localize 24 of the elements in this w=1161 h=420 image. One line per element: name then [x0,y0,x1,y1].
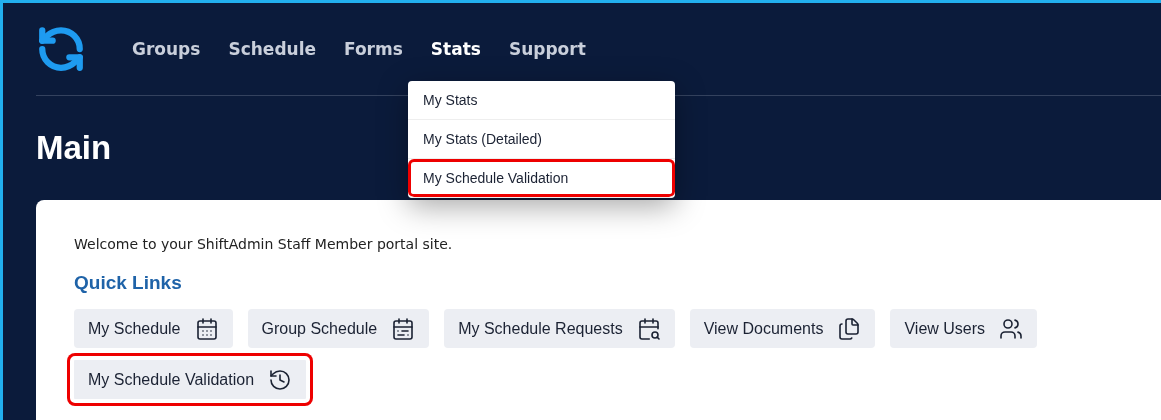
quick-link-button[interactable]: View Documents [689,309,876,348]
welcome-text: Welcome to your ShiftAdmin Staff Member portal site. [74,236,454,252]
menu-item[interactable]: My Schedule Validation [408,159,675,198]
quick-link-button[interactable]: My Schedule Validation [67,353,314,406]
documents-icon [837,316,862,341]
nav-link[interactable]: Forms [344,39,403,59]
nav-link[interactable]: Groups [132,39,201,59]
nav-link[interactable]: Stats [430,39,481,59]
logo-icon [36,24,86,74]
menu-item[interactable]: My Stats (Detailed) [408,120,675,159]
history-icon [268,367,293,392]
menu-item[interactable]: My Stats [408,81,675,120]
calendar-icon [194,316,219,341]
quick-link-button[interactable]: My Schedule [74,309,233,348]
users-icon [999,316,1024,341]
quick-link-button[interactable]: My Schedule Requests [444,309,675,348]
page-title: Main [36,129,112,167]
calendar-icon [636,316,661,341]
nav-link[interactable]: Support [508,39,586,59]
nav-link[interactable]: Schedule [228,39,316,59]
quick-link-button[interactable]: View Users [890,309,1038,348]
calendar-icon [391,316,416,341]
section-heading: Quick Links [74,272,183,294]
quick-link-button[interactable]: Group Schedule [247,309,430,348]
